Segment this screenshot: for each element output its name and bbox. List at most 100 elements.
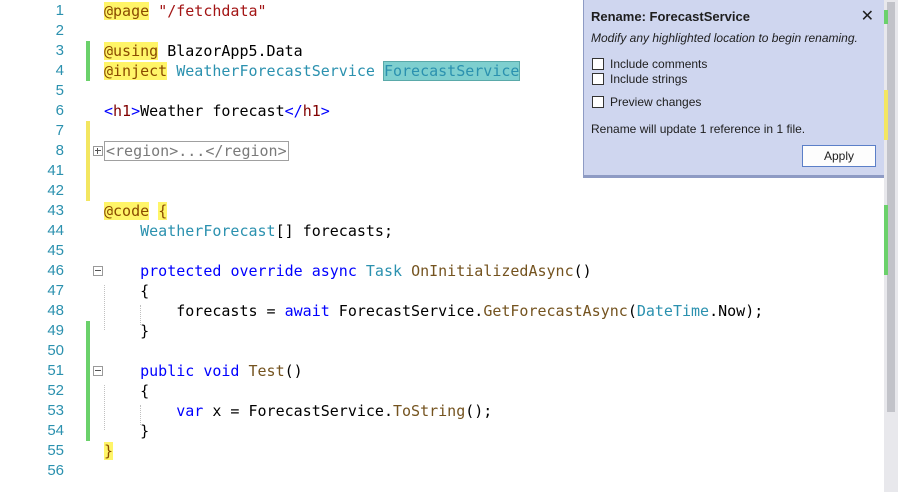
code-line[interactable]: 46 protected override async Task OnIniti… [0, 261, 884, 281]
code-token: forecasts = [104, 302, 285, 320]
include-comments-label: Include comments [610, 57, 708, 71]
line-number: 5 [55, 82, 64, 99]
code-token: "/fetchdata" [158, 2, 267, 20]
code-token: < [104, 102, 114, 120]
code-text[interactable]: } [104, 321, 149, 341]
collapse-icon[interactable] [93, 266, 103, 276]
preview-changes-checkbox[interactable] [592, 96, 604, 108]
line-number: 53 [47, 402, 64, 419]
indent-guide [104, 385, 105, 430]
code-token: await [284, 302, 330, 320]
code-line[interactable]: 56 [0, 461, 884, 481]
code-token: h1 [113, 102, 132, 120]
code-line[interactable]: 48 forecasts = await ForecastService.Get… [0, 301, 884, 321]
code-token: } [104, 322, 150, 340]
code-text[interactable]: var x = ForecastService.ToString(); [104, 401, 492, 421]
code-text[interactable]: <region>...</region> [104, 141, 289, 161]
code-token: async [311, 262, 357, 280]
line-number: 43 [47, 202, 64, 219]
code-token: x = ForecastService. [203, 402, 393, 420]
expand-icon[interactable] [93, 146, 103, 156]
code-text[interactable]: @inject WeatherForecastService ForecastS… [104, 61, 521, 81]
line-number: 52 [47, 382, 64, 399]
line-number: 8 [55, 142, 64, 159]
include-strings-checkbox[interactable] [592, 73, 604, 85]
line-number: 7 [55, 122, 64, 139]
code-text[interactable]: forecasts = await ForecastService.GetFor… [104, 301, 763, 321]
code-line[interactable]: 49 } [0, 321, 884, 341]
collapse-icon[interactable] [93, 366, 103, 376]
code-token: Task [365, 262, 403, 280]
code-token: { [104, 282, 150, 300]
code-token[interactable]: ForecastService [382, 61, 521, 81]
scrollbar-change-marker [884, 10, 888, 24]
saved-change-marker [86, 61, 90, 81]
code-line[interactable]: 55} [0, 441, 884, 461]
code-token: void [203, 362, 240, 380]
code-text[interactable]: @code { [104, 201, 168, 221]
preview-changes-option[interactable]: Preview changes [592, 94, 701, 110]
code-token: BlazorApp5.Data [158, 42, 303, 60]
include-strings-option[interactable]: Include strings [592, 71, 687, 87]
code-token: WeatherForecast [140, 222, 276, 240]
include-strings-label: Include strings [610, 72, 688, 86]
code-line[interactable]: 42 [0, 181, 884, 201]
apply-button[interactable]: Apply [802, 145, 876, 167]
indent-guide [140, 405, 141, 425]
saved-change-marker [86, 41, 90, 61]
code-line[interactable]: 53 var x = ForecastService.ToString(); [0, 401, 884, 421]
code-token: override [230, 262, 303, 280]
code-token: } [104, 422, 150, 440]
close-icon[interactable]: ✕ [861, 6, 874, 26]
line-number: 46 [47, 262, 64, 279]
code-text[interactable]: } [104, 421, 149, 441]
code-line[interactable]: 52 { [0, 381, 884, 401]
code-text[interactable]: { [104, 281, 149, 301]
code-text[interactable]: public void Test() [104, 361, 303, 381]
include-comments-option[interactable]: Include comments [592, 56, 707, 72]
saved-change-marker [86, 381, 90, 401]
code-line[interactable]: 47 { [0, 281, 884, 301]
code-token: </ [284, 102, 303, 120]
scrollbar-change-marker [884, 205, 888, 275]
code-text[interactable]: @page "/fetchdata" [104, 1, 267, 21]
code-line[interactable]: 45 [0, 241, 884, 261]
code-token: (); [465, 402, 493, 420]
scrollbar-thumb[interactable] [887, 2, 895, 412]
line-number: 55 [47, 442, 64, 459]
rename-dialog-title: Rename: ForecastService [591, 9, 750, 24]
code-text[interactable]: protected override async Task OnInitiali… [104, 261, 592, 281]
code-line[interactable]: 44 WeatherForecast[] forecasts; [0, 221, 884, 241]
saved-change-marker [86, 421, 90, 441]
include-comments-checkbox[interactable] [592, 58, 604, 70]
code-token: GetForecastAsync [483, 302, 628, 320]
saved-change-marker [86, 341, 90, 361]
rename-dialog: Rename: ForecastService ✕ Modify any hig… [583, 0, 884, 178]
code-token: () [573, 262, 592, 280]
code-line[interactable]: 51 public void Test() [0, 361, 884, 381]
code-token: @using [104, 42, 159, 60]
code-token: WeatherForecastService [176, 62, 375, 80]
code-line[interactable]: 50 [0, 341, 884, 361]
code-token: ToString [393, 402, 466, 420]
code-text[interactable]: @using BlazorApp5.Data [104, 41, 303, 61]
code-token: OnInitializedAsync [411, 262, 574, 280]
code-line[interactable]: 54 } [0, 421, 884, 441]
code-token: protected [140, 262, 222, 280]
code-text[interactable]: WeatherForecast[] forecasts; [104, 221, 393, 241]
code-token: @code [104, 202, 150, 220]
code-line[interactable]: 43 @code { [0, 201, 884, 221]
code-text[interactable]: <h1>Weather forecast</h1> [104, 101, 330, 121]
code-text[interactable]: } [104, 441, 114, 461]
code-token: @inject [104, 62, 168, 80]
rename-dialog-subtitle: Modify any highlighted location to begin… [591, 31, 858, 45]
code-text[interactable]: { [104, 381, 149, 401]
